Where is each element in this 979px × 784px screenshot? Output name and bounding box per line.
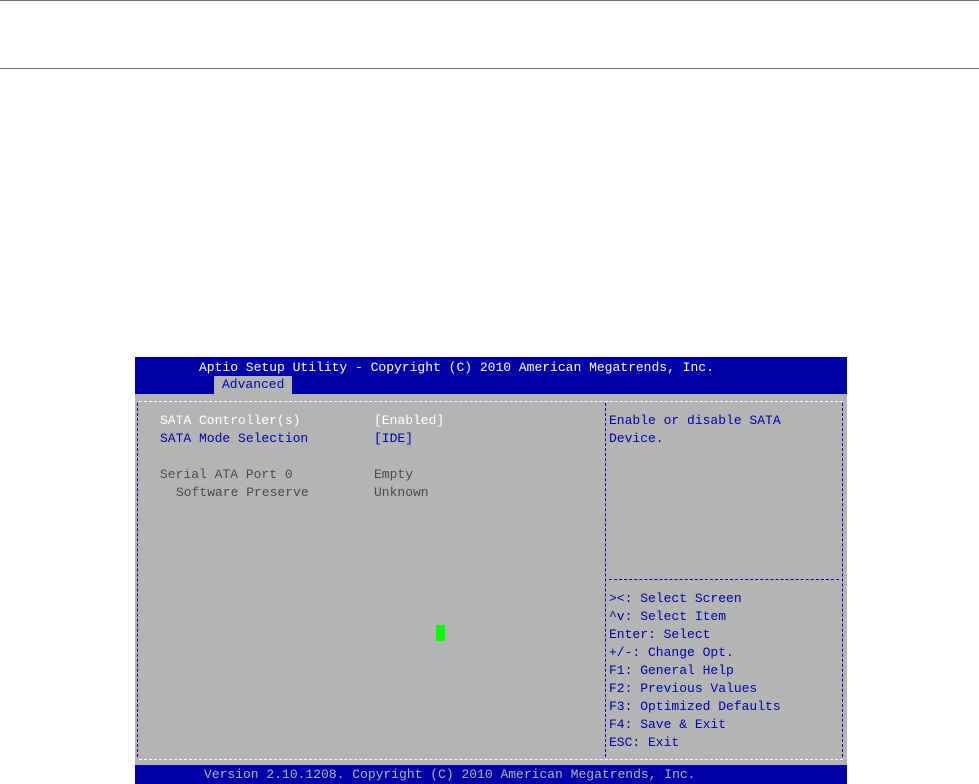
software-preserve-label: Software Preserve — [176, 485, 309, 500]
help-key-select-item: ^v: Select Item — [609, 609, 727, 624]
top-rule-lower — [0, 68, 979, 69]
serial-ata-port-0-label: Serial ATA Port 0 — [160, 467, 293, 482]
serial-ata-port-0-value: Empty — [374, 467, 414, 482]
top-rule — [0, 0, 979, 1]
sata-mode-label[interactable]: SATA Mode Selection — [160, 430, 308, 448]
sata-mode-value[interactable]: [IDE] — [374, 430, 413, 448]
help-divider — [609, 579, 839, 580]
help-key-esc: ESC: Exit — [609, 735, 680, 750]
help-key-f2: F2: Previous Values — [609, 681, 758, 696]
help-key-f1: F1: General Help — [609, 663, 734, 678]
help-key-f4: F4: Save & Exit — [609, 717, 727, 732]
frame-top-border — [139, 401, 843, 402]
frame-divider — [605, 403, 606, 757]
bios-footer: Version 2.10.1208. Copyright (C) 2010 Am… — [135, 765, 847, 784]
software-preserve-value: Unknown — [374, 485, 429, 500]
bios-header: Aptio Setup Utility - Copyright (C) 2010… — [135, 357, 847, 394]
help-key-f3: F3: Optimized Defaults — [609, 699, 781, 714]
help-description-line-2: Device. — [609, 431, 664, 446]
frame-left-border — [137, 403, 138, 757]
frame-bottom-border — [139, 759, 843, 760]
tab-advanced[interactable]: Advanced — [214, 376, 293, 394]
frame-right-border — [842, 403, 843, 757]
bios-setup-window: Aptio Setup Utility - Copyright (C) 2010… — [135, 357, 847, 784]
sata-controller-label[interactable]: SATA Controller(s) — [160, 412, 300, 430]
help-key-change-opt: +/-: Change Opt. — [609, 645, 734, 660]
sata-controller-value[interactable]: [Enabled] — [374, 412, 444, 430]
text-cursor — [436, 625, 445, 641]
bios-version: Version 2.10.1208. Copyright (C) 2010 Am… — [204, 767, 696, 782]
help-key-select-screen: ><: Select Screen — [609, 591, 742, 606]
bios-title: Aptio Setup Utility - Copyright (C) 2010… — [199, 360, 714, 375]
help-key-enter: Enter: Select — [609, 627, 711, 642]
help-description-line-1: Enable or disable SATA — [609, 413, 781, 428]
